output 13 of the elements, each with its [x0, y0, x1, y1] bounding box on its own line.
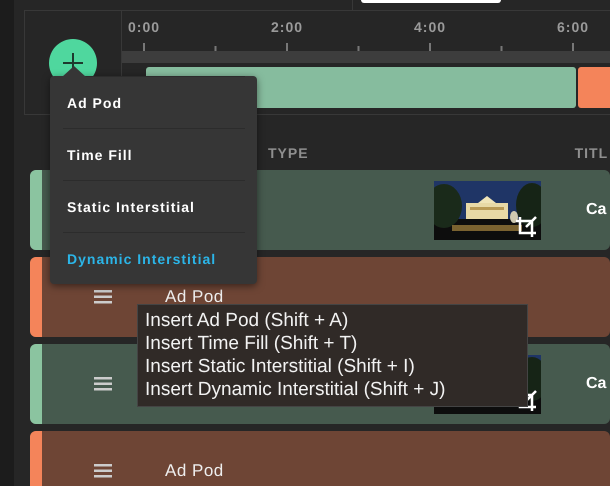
ruler-label: 4:00	[414, 19, 448, 35]
column-header: TYPE	[268, 145, 309, 161]
row-type: Ad Pod	[165, 287, 225, 307]
column-header: TITL	[574, 145, 608, 161]
row-type: Ad Pod	[165, 461, 225, 481]
tooltip-line: Insert Dynamic Interstitial (Shift + J)	[145, 378, 446, 401]
row-title: Ca	[586, 201, 606, 219]
ruler-label: 2:00	[271, 19, 304, 35]
tooltip-line: Insert Ad Pod (Shift + A)	[145, 309, 350, 332]
row-title: Ca	[586, 375, 606, 393]
ruler-label: 6:00	[557, 19, 590, 35]
tooltip-line: Insert Static Interstitial (Shift + I)	[145, 355, 416, 378]
ruler-label: 0:00	[128, 19, 162, 35]
